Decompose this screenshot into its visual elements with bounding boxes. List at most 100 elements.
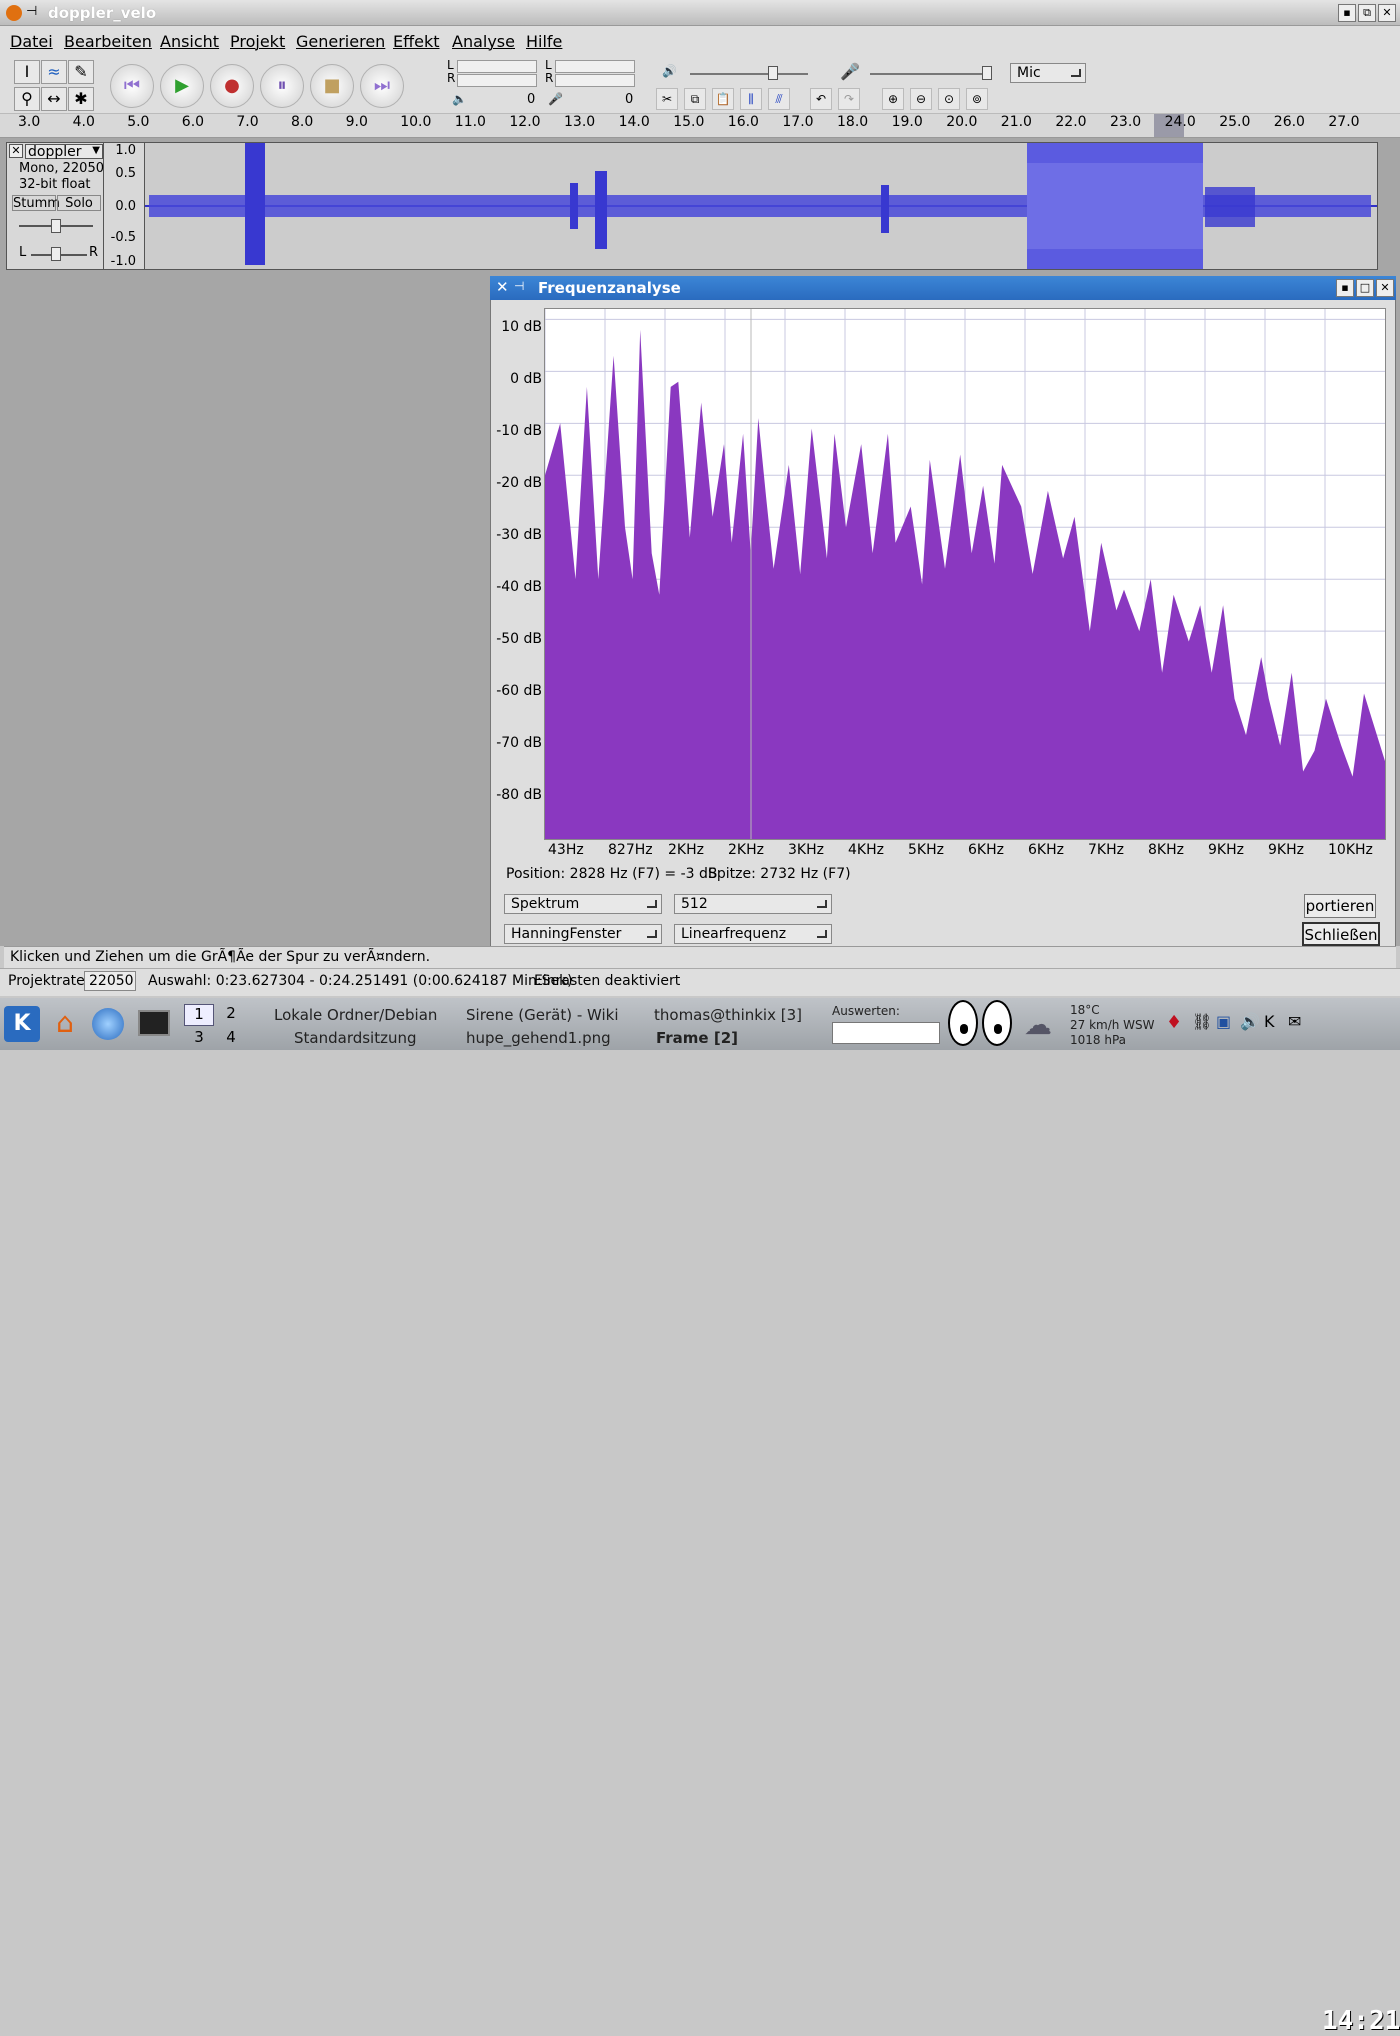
ruler-tick: 10.0 (400, 114, 432, 130)
ruler-tick: 23.0 (1110, 114, 1142, 130)
pin-icon[interactable]: ⊣ (26, 4, 37, 19)
algorithm-select[interactable]: Spektrum (504, 894, 662, 914)
close-dialog-button[interactable]: Schließen (1302, 922, 1380, 946)
menu-effekt[interactable]: Effekt (393, 32, 440, 51)
output-meter-r[interactable] (457, 74, 537, 87)
menu-projekt[interactable]: Projekt (230, 32, 285, 51)
desktop-3[interactable]: 3 (184, 1028, 214, 1050)
close-button[interactable]: ✕ (1378, 4, 1396, 22)
dialog-close-button[interactable]: ✕ (1376, 279, 1394, 297)
zoom-in-icon[interactable]: ⊕ (882, 88, 904, 110)
window-function-select[interactable]: HanningFenster (504, 924, 662, 944)
search-input[interactable] (832, 1022, 940, 1044)
stop-button[interactable]: ■ (310, 64, 354, 108)
package-tray-icon[interactable]: ✉ (1288, 1012, 1301, 1031)
input-meter-r-label: R (545, 71, 554, 85)
timeshift-tool-icon[interactable]: ↔ (41, 87, 67, 111)
menu-datei[interactable]: Datei (10, 32, 53, 51)
toolbar: I ≈ ✎ ⚲ ↔ ✱ ⏮ ▶ ● ⏸ ■ ⏭ L R L R 🔈 0 🎤 0 … (0, 56, 1400, 114)
task-lokale-ordner[interactable]: Lokale Ordner/Debian (274, 1006, 437, 1024)
output-meter-l[interactable] (457, 60, 537, 73)
terminal-icon[interactable] (138, 1010, 170, 1036)
draw-tool-icon[interactable]: ✎ (68, 60, 94, 84)
kde-menu-icon[interactable]: K (4, 1006, 40, 1042)
dialog-pin-icon[interactable]: ⊣ (514, 279, 524, 293)
record-volume-thumb[interactable] (982, 66, 992, 80)
network-tray-icon[interactable]: ⛓ (1192, 1012, 1212, 1031)
klipper-tray-icon[interactable]: K (1264, 1012, 1275, 1031)
skip-end-button[interactable]: ⏭ (360, 64, 404, 108)
pause-button[interactable]: ⏸ (260, 64, 304, 108)
monitor-tray-icon[interactable]: ▣ (1216, 1012, 1231, 1031)
x-tick-label: 2KHz (728, 842, 764, 858)
zoom-out-icon[interactable]: ⊖ (910, 88, 932, 110)
size-select[interactable]: 512 (674, 894, 832, 914)
volume-tray-icon[interactable]: 🔊 (1240, 1012, 1260, 1031)
copy-icon[interactable]: ⧉ (684, 88, 706, 110)
paste-icon[interactable]: 📋 (712, 88, 734, 110)
menu-bearbeiten[interactable]: Bearbeiten (64, 32, 152, 51)
clock[interactable]: 14:21 (1322, 2006, 1400, 2036)
trim-icon[interactable]: ⫼ (740, 88, 762, 110)
playback-volume-thumb[interactable] (768, 66, 778, 80)
menu-hilfe[interactable]: Hilfe (526, 32, 562, 51)
task-hupe[interactable]: hupe_gehend1.png (466, 1029, 611, 1047)
desktop-1[interactable]: 1 (184, 1004, 214, 1026)
export-button[interactable]: portieren (1304, 894, 1376, 918)
skip-start-button[interactable]: ⏮ (110, 64, 154, 108)
zoom-tool-icon[interactable]: ⚲ (14, 87, 40, 111)
task-frame[interactable]: Frame [2] (656, 1029, 738, 1047)
input-meter-r[interactable] (555, 74, 635, 87)
cut-icon[interactable]: ✂ (656, 88, 678, 110)
playback-volume-slider[interactable] (690, 73, 808, 75)
track-name-menu[interactable]: doppler ▼ (25, 144, 103, 160)
timeline-ruler[interactable]: 3.0 4.0 5.0 6.0 7.0 8.0 9.0 10.0 11.0 12.0 13.0 14.… (0, 114, 1400, 138)
task-sirene[interactable]: Sirene (Gerät) - Wiki (466, 1006, 619, 1024)
record-volume-slider[interactable] (870, 73, 990, 75)
fit-project-icon[interactable]: ⊚ (966, 88, 988, 110)
silence-icon[interactable]: ⫻ (768, 88, 790, 110)
record-button[interactable]: ● (210, 64, 254, 108)
menu-ansicht[interactable]: Ansicht (160, 32, 219, 51)
x-tick-label: 4KHz (848, 842, 884, 858)
minimize-button[interactable]: ▪ (1338, 4, 1356, 22)
menu-generieren[interactable]: Generieren (296, 32, 385, 51)
fit-selection-icon[interactable]: ⊙ (938, 88, 960, 110)
axis-mode-select[interactable]: Linearfrequenz (674, 924, 832, 944)
app-icon[interactable] (6, 5, 22, 21)
input-source-select[interactable]: Mic (1010, 63, 1086, 83)
home-icon[interactable]: ⌂ (48, 1006, 82, 1040)
track-close-icon[interactable]: ✕ (9, 144, 23, 158)
task-standardsitzung[interactable]: Standardsitzung (294, 1029, 417, 1047)
envelope-tool-icon[interactable]: ≈ (41, 60, 67, 84)
weather-temp: 18°C (1070, 1003, 1100, 1017)
pan-thumb[interactable] (51, 247, 61, 261)
menu-analyse[interactable]: Analyse (452, 32, 515, 51)
desktop-4[interactable]: 4 (216, 1028, 246, 1050)
waveform[interactable] (144, 142, 1378, 270)
multi-tool-icon[interactable]: ✱ (68, 87, 94, 111)
input-meter-l[interactable] (555, 60, 635, 73)
spectrum-plot[interactable] (544, 308, 1386, 840)
ruby-tray-icon[interactable]: ♦ (1166, 1012, 1182, 1033)
play-button[interactable]: ▶ (160, 64, 204, 108)
mute-button[interactable]: Stumm (12, 195, 60, 211)
weather-icon[interactable]: ☁ (1024, 1008, 1064, 1042)
dialog-minimize-button[interactable]: ▪ (1336, 279, 1354, 297)
selection-tool-icon[interactable]: I (14, 60, 40, 84)
redo-icon[interactable]: ↷ (838, 88, 860, 110)
dialog-app-icon[interactable]: ✕ (496, 278, 509, 296)
y-tick-label: -10 dB (496, 423, 542, 440)
dialog-maximize-button[interactable]: □ (1356, 279, 1374, 297)
ruler-tick: 4.0 (72, 114, 95, 130)
rate-select[interactable]: 22050 (84, 971, 136, 991)
microphone-icon: 🎤 (840, 62, 860, 81)
maximize-button[interactable]: ⧉ (1358, 4, 1376, 22)
search-label: Auswerten: (832, 1004, 900, 1018)
solo-button[interactable]: Solo (57, 195, 101, 211)
undo-icon[interactable]: ↶ (810, 88, 832, 110)
desktop-2[interactable]: 2 (216, 1004, 246, 1026)
gain-thumb[interactable] (51, 219, 61, 233)
browser-icon[interactable] (92, 1008, 124, 1040)
task-terminal[interactable]: thomas@thinkix [3] (654, 1006, 802, 1024)
